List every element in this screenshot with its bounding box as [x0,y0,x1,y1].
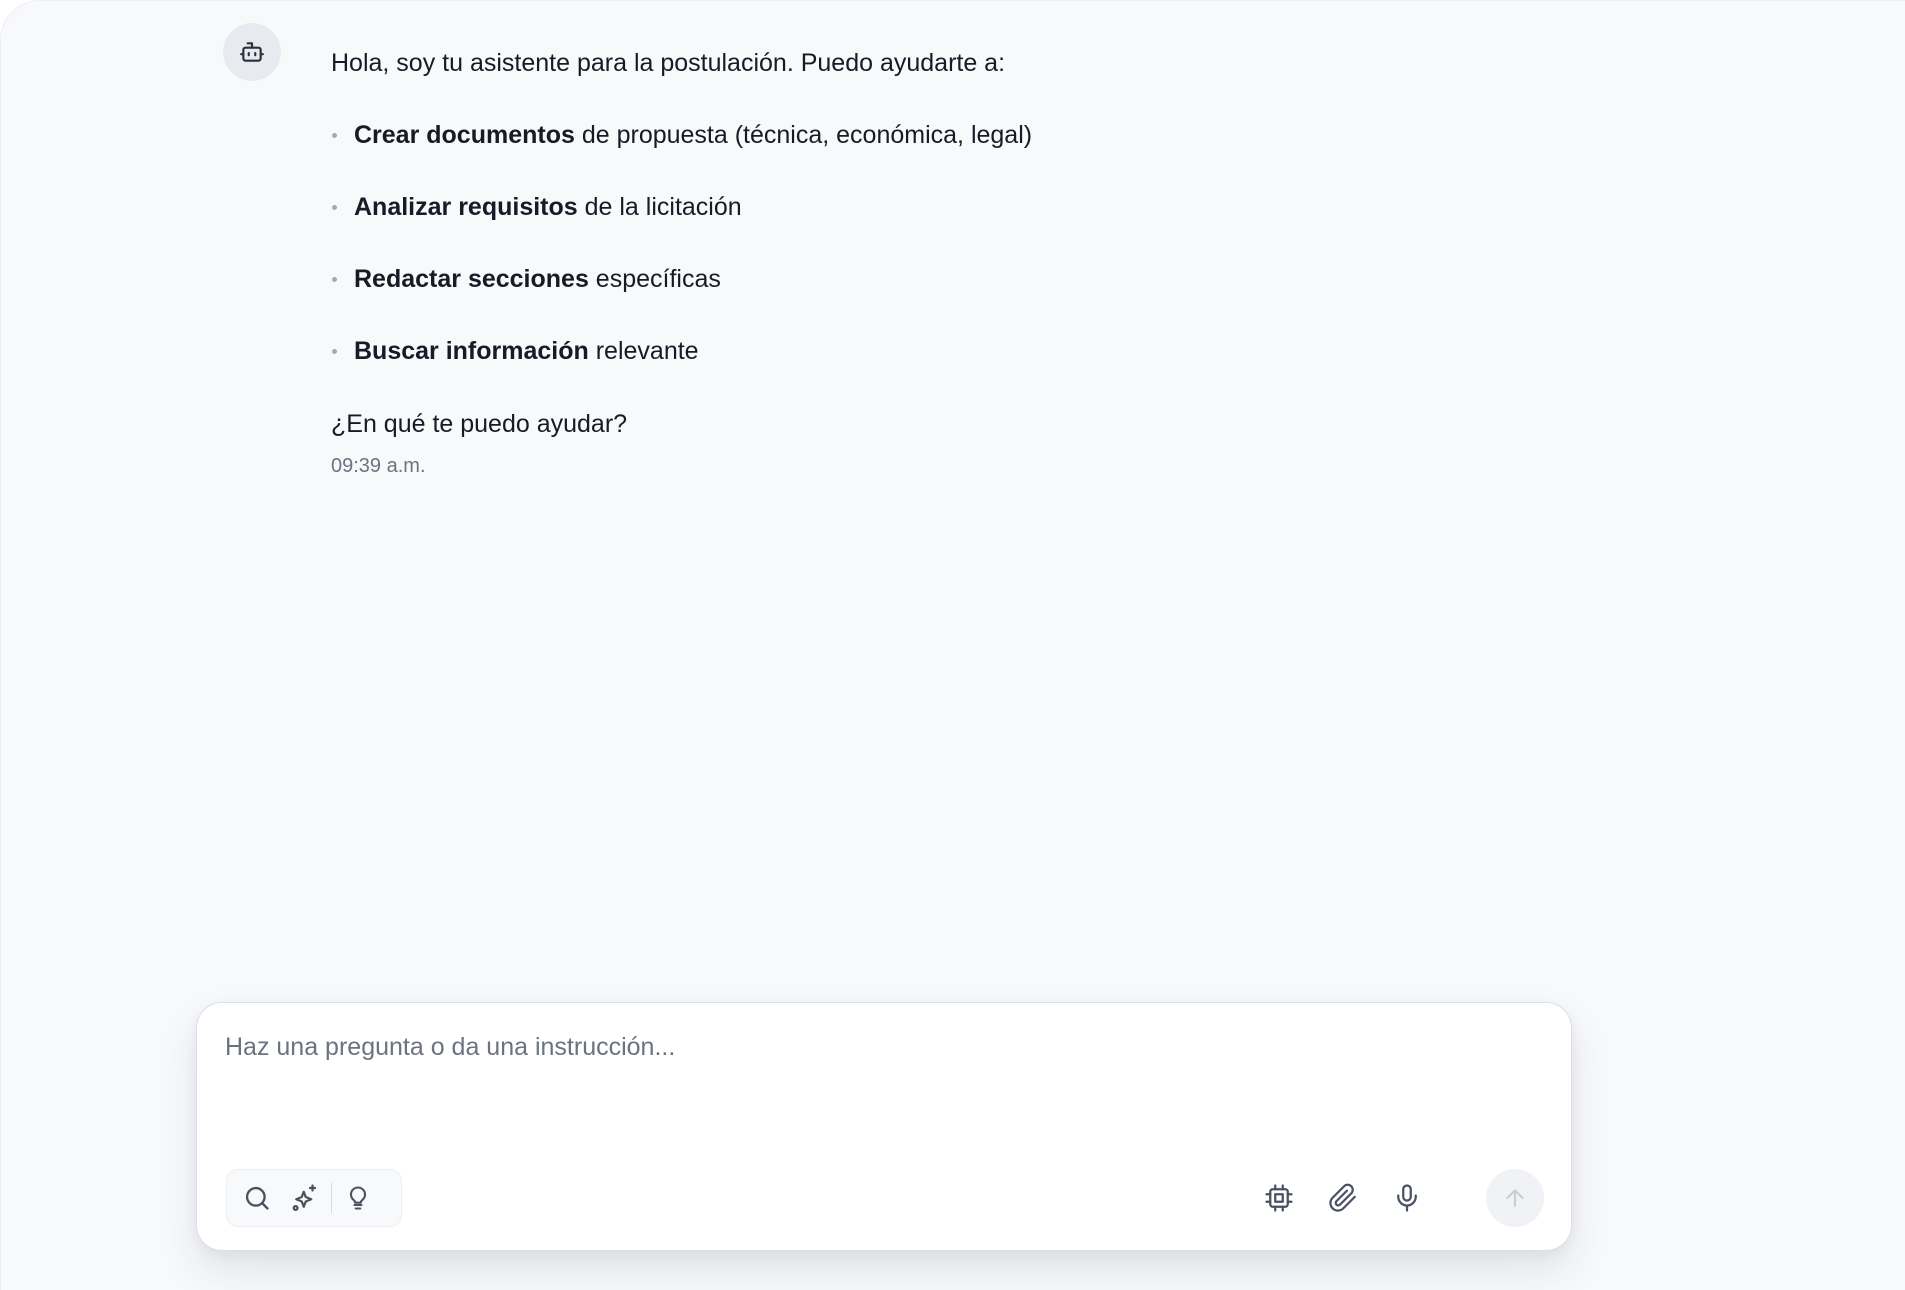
microphone-icon [1392,1183,1422,1213]
ai-assist-button[interactable] [281,1174,329,1222]
bullet-dot [332,205,337,210]
capability-text: específicas [588,265,721,293]
capability-text: relevante [588,337,699,365]
voice-input-button[interactable] [1385,1176,1429,1220]
arrow-up-icon [1502,1185,1528,1211]
model-button[interactable] [1257,1176,1301,1220]
attach-button[interactable] [1321,1176,1365,1220]
lightbulb-icon [344,1184,372,1212]
message-timestamp: 09:39 a.m. [331,455,426,477]
bullet-dot [332,349,337,354]
search-button[interactable] [233,1174,281,1222]
tool-divider [331,1183,332,1213]
bullet-dot [332,277,337,282]
suggestions-button[interactable] [334,1174,382,1222]
capability-text: de propuesta (técnica, económica, legal) [574,121,1033,149]
assistant-avatar [223,23,281,81]
composer-tools [226,1169,402,1227]
search-icon [243,1184,271,1212]
capability-title: Crear documentos [354,121,575,149]
capability-title: Buscar información [354,337,589,365]
bullet-dot [332,133,337,138]
list-item: Analizar requisitos de la licitación [331,189,1531,225]
message-composer [196,1002,1572,1251]
paperclip-icon [1328,1183,1358,1213]
send-button[interactable] [1486,1169,1544,1227]
sparkles-icon [290,1183,320,1213]
list-item: Buscar información relevante [331,333,1531,369]
cpu-icon [1264,1183,1294,1213]
assistant-message: Hola, soy tu asistente para la postulaci… [331,45,1531,478]
message-question: ¿En qué te puedo ayudar? [331,410,628,438]
message-input[interactable] [225,1033,1525,1113]
capability-title: Analizar requisitos [354,193,578,221]
message-intro: Hola, soy tu asistente para la postulaci… [331,49,1006,77]
chat-app: Hola, soy tu asistente para la postulaci… [0,0,1905,1290]
list-item: Redactar secciones específicas [331,261,1531,297]
capabilities-list: Crear documentos de propuesta (técnica, … [331,117,1531,369]
capability-title: Redactar secciones [354,265,589,293]
bot-icon [239,39,265,65]
list-item: Crear documentos de propuesta (técnica, … [331,117,1531,153]
capability-text: de la licitación [577,193,742,221]
